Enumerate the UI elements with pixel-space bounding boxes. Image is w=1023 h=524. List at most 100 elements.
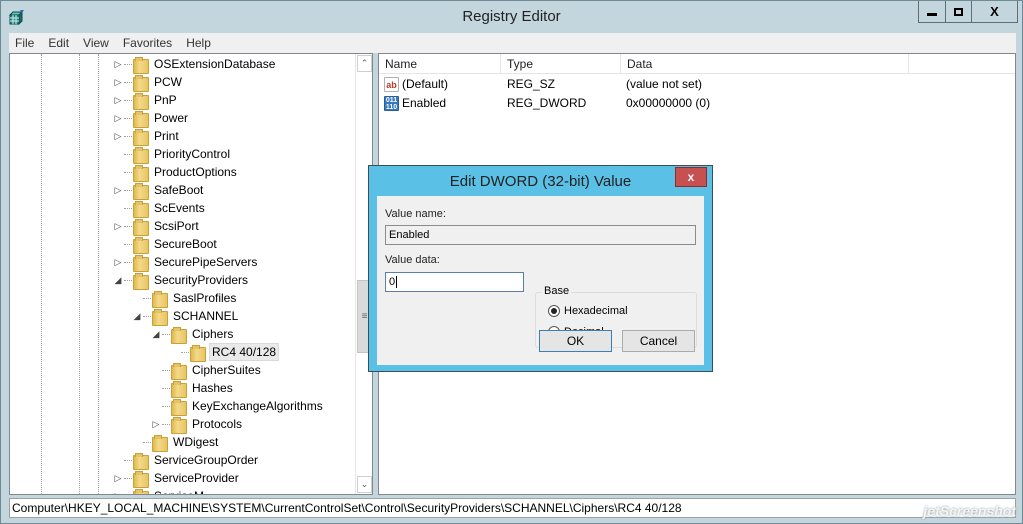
tree-item[interactable]: ◢ SCHANNEL: [132, 307, 240, 326]
expand-arrow-icon[interactable]: ▷: [113, 221, 123, 232]
tree-connector-line: [162, 333, 170, 335]
expand-arrow-icon[interactable]: ▷: [113, 473, 123, 484]
registry-editor-window: Registry Editor X File Edit View Favorit…: [0, 0, 1023, 524]
tree-connector-line: [181, 351, 189, 353]
tree-item[interactable]: ▷ OSExtensionDatabase: [113, 55, 277, 74]
scroll-up-arrow-icon[interactable]: ⌃: [357, 55, 372, 72]
value-type: REG_DWORD: [507, 96, 587, 110]
expand-arrow-icon[interactable]: ▷: [113, 113, 123, 124]
folder-icon: [133, 236, 149, 254]
expand-arrow-icon[interactable]: ▷: [113, 131, 123, 142]
tree-item[interactable]: ▷ SecurePipeServers: [113, 253, 259, 272]
tree-connector-line: [124, 279, 132, 281]
tree-item-label: Print: [154, 129, 179, 143]
expand-arrow-icon[interactable]: ▷: [113, 77, 123, 88]
column-header-name[interactable]: Name: [379, 54, 501, 74]
column-header-data[interactable]: Data: [621, 54, 909, 74]
base-label: Base: [542, 285, 572, 297]
dialog-close-button[interactable]: x: [675, 167, 707, 187]
tree-item[interactable]: KeyExchangeAlgorithms: [151, 397, 325, 416]
tree-connector-line: [124, 81, 132, 83]
tree-item[interactable]: ◢ SecurityProviders: [113, 271, 250, 290]
expand-arrow-icon[interactable]: ▷: [113, 185, 123, 196]
folder-icon: [152, 290, 168, 308]
tree-item-label: ScsiPort: [154, 219, 199, 233]
string-value-icon: ab: [384, 77, 399, 92]
list-row[interactable]: ab (Default) REG_SZ (value not set): [379, 75, 1015, 94]
registry-key-tree[interactable]: ▷ OSExtensionDatabase ▷ PCW ▷ PnP ▷ Power ▷ Print…: [9, 53, 373, 495]
tree-item[interactable]: ProductOptions: [113, 163, 239, 182]
tree-item[interactable]: ◢ Ciphers: [151, 325, 235, 344]
menu-view[interactable]: View: [83, 36, 109, 50]
tree-connector-line: [124, 99, 132, 101]
tree-item[interactable]: PriorityControl: [113, 145, 232, 164]
tree-item[interactable]: WDigest: [132, 433, 220, 452]
tree-item-label: Power: [154, 111, 189, 125]
tree-item[interactable]: ServiceGroupOrder: [113, 451, 260, 470]
tree-item[interactable]: ▷ ServiceProvider: [113, 469, 241, 488]
tree-item[interactable]: ▷ SafeBoot: [113, 181, 205, 200]
value-data-input[interactable]: 0: [385, 272, 524, 292]
folder-icon: [152, 308, 168, 326]
current-key-path: Computer\HKEY_LOCAL_MACHINE\SYSTEM\Curre…: [12, 501, 682, 515]
tree-item[interactable]: ScEvents: [113, 199, 207, 218]
menu-edit[interactable]: Edit: [48, 36, 69, 50]
expand-arrow-icon[interactable]: ▷: [113, 95, 123, 106]
value-data-text: 0: [389, 276, 396, 288]
window-title: Registry Editor: [462, 8, 561, 25]
expand-arrow-icon[interactable]: ▷: [113, 491, 123, 495]
menu-favorites[interactable]: Favorites: [123, 36, 172, 50]
value-data: (value not set): [626, 77, 703, 91]
tree-item-label: SCHANNEL: [173, 309, 239, 323]
folder-icon: [152, 434, 168, 452]
minimize-icon: [927, 12, 937, 16]
scroll-down-arrow-icon[interactable]: ⌄: [357, 476, 372, 493]
minimize-button[interactable]: [918, 1, 946, 23]
expand-arrow-icon[interactable]: ▷: [113, 257, 123, 268]
folder-icon: [171, 362, 187, 380]
list-row[interactable]: 011 110 Enabled REG_DWORD 0x00000000 (0): [379, 94, 1015, 113]
column-header-type[interactable]: Type: [501, 54, 621, 74]
tree-item[interactable]: ▷ Power: [113, 109, 190, 128]
tree-connector-line: [124, 153, 132, 155]
tree-item[interactable]: ▷ Print: [113, 127, 181, 146]
menu-file[interactable]: File: [15, 36, 34, 50]
folder-icon: [133, 254, 149, 272]
collapse-arrow-icon[interactable]: ◢: [132, 311, 142, 322]
radio-hexadecimal[interactable]: Hexadecimal: [548, 305, 628, 317]
folder-icon: [133, 128, 149, 146]
tree-item[interactable]: SaslProfiles: [132, 289, 238, 308]
tree-item[interactable]: ▷ ScsiPort: [113, 217, 201, 236]
text-caret: [396, 276, 398, 289]
tree-connector-line: [124, 477, 132, 479]
maximize-button[interactable]: [945, 1, 972, 23]
tree-item[interactable]: Hashes: [151, 379, 235, 398]
close-button[interactable]: X: [971, 1, 1018, 23]
tree-item-label: PriorityControl: [154, 147, 231, 161]
tree-item[interactable]: RC4 40/128: [170, 343, 280, 362]
tree-item[interactable]: ▷ PnP: [113, 91, 179, 110]
collapse-arrow-icon[interactable]: ◢: [113, 275, 123, 286]
tree-connector-line: [162, 405, 170, 407]
cancel-button[interactable]: Cancel: [622, 330, 695, 352]
tree-item[interactable]: SecureBoot: [113, 235, 219, 254]
value-name: (Default): [402, 77, 449, 91]
tree-item-label: WDigest: [173, 435, 219, 449]
tree-item[interactable]: ▷ PCW: [113, 73, 184, 92]
tree-item[interactable]: ▷ ServiceM...: [113, 487, 216, 495]
tree-item-label: ServiceProvider: [154, 471, 239, 485]
collapse-arrow-icon[interactable]: ◢: [151, 329, 161, 340]
tree-item[interactable]: CipherSuites: [151, 361, 263, 380]
menu-help[interactable]: Help: [186, 36, 211, 50]
tree-item-label: OSExtensionDatabase: [154, 57, 276, 71]
tree-connector-line: [162, 423, 170, 425]
folder-icon: [133, 182, 149, 200]
tree-item-label: ScEvents: [154, 201, 205, 215]
binary-value-icon: 011 110: [384, 96, 399, 111]
tree-item[interactable]: ▷ Protocols: [151, 415, 244, 434]
tree-connector-line: [143, 441, 151, 443]
ok-button[interactable]: OK: [539, 330, 612, 352]
expand-arrow-icon[interactable]: ▷: [113, 59, 123, 70]
tree-connector-line: [162, 369, 170, 371]
expand-arrow-icon[interactable]: ▷: [151, 419, 161, 430]
